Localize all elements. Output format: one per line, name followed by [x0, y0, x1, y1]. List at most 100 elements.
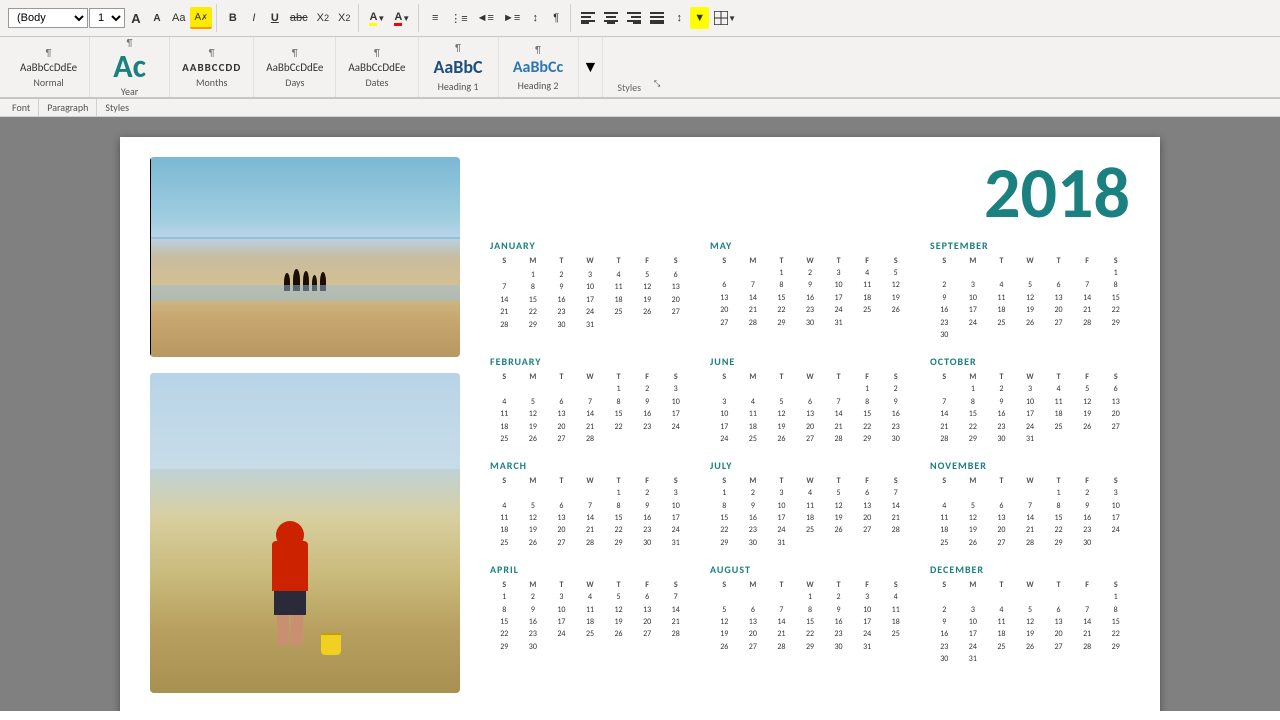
style-heading2[interactable]: ¶ AaBbCc Heading 2	[499, 37, 579, 97]
cal-day: 1	[796, 591, 825, 603]
align-left-button[interactable]	[577, 7, 599, 29]
month-name: SEPTEMBER	[930, 239, 1130, 252]
cal-day: 7	[661, 591, 690, 603]
cal-header-m1: M	[739, 255, 768, 267]
style-more-button[interactable]: ▼	[579, 37, 604, 97]
cal-header-s0: S	[930, 255, 959, 267]
cal-day: 12	[604, 604, 633, 616]
cal-day	[1101, 653, 1130, 665]
cal-day	[576, 383, 605, 395]
cal-day: 22	[710, 524, 739, 536]
cal-day	[490, 487, 519, 499]
cal-day: 6	[1044, 279, 1073, 291]
cal-header-t2: T	[547, 475, 576, 487]
subscript-button[interactable]: X2	[313, 7, 333, 29]
cal-day: 10	[824, 279, 853, 291]
numbering-button[interactable]: ⋮≡	[446, 7, 471, 29]
justify-button[interactable]	[646, 7, 668, 29]
style-year[interactable]: ¶ Ac Year	[90, 37, 170, 97]
cal-day: 12	[519, 408, 548, 420]
cal-header-t4: T	[604, 255, 633, 267]
cal-day	[547, 641, 576, 653]
text-highlight-button[interactable]: A▼	[365, 7, 389, 29]
shading-button[interactable]: ▼	[690, 7, 709, 29]
cal-day: 3	[547, 591, 576, 603]
cal-day: 17	[661, 512, 690, 524]
cal-header-t4: T	[604, 371, 633, 383]
cal-day: 26	[959, 537, 988, 549]
cal-day: 29	[1044, 537, 1073, 549]
style-days[interactable]: ¶ AaBbCcDdEe Days	[254, 37, 336, 97]
cal-day: 10	[547, 604, 576, 616]
cal-day: 5	[959, 500, 988, 512]
grow-font-button[interactable]: A	[126, 7, 146, 29]
cal-day: 15	[1101, 292, 1130, 304]
cal-day: 20	[739, 628, 768, 640]
superscript-button[interactable]: X2	[334, 7, 354, 29]
align-center-button[interactable]	[600, 7, 622, 29]
font-color-button[interactable]: A▼	[390, 7, 414, 29]
font-size-select[interactable]: 11	[89, 8, 125, 28]
cal-day: 22	[1101, 628, 1130, 640]
cal-day: 6	[547, 500, 576, 512]
cal-day: 18	[1044, 408, 1073, 420]
sort-button[interactable]: ↕	[525, 7, 545, 29]
cal-day	[633, 641, 662, 653]
cal-day: 20	[987, 524, 1016, 536]
cal-day: 22	[853, 421, 882, 433]
cal-day: 28	[576, 537, 605, 549]
cal-day: 19	[633, 294, 662, 306]
cal-day: 4	[1044, 383, 1073, 395]
strikethrough-button[interactable]: abc	[286, 7, 312, 29]
cal-day: 16	[519, 616, 548, 628]
cal-day	[490, 383, 519, 395]
italic-button[interactable]: I	[244, 7, 264, 29]
line-spacing-button[interactable]: ↕	[669, 7, 689, 29]
cal-day: 6	[1044, 604, 1073, 616]
bullets-button[interactable]: ≡	[425, 7, 445, 29]
cal-day: 8	[604, 396, 633, 408]
bold-button[interactable]: B	[223, 7, 243, 29]
cal-day: 14	[490, 294, 519, 306]
cal-grid: SMTWTFS123456789101112131415161718192021…	[710, 475, 910, 549]
cal-day: 1	[1101, 591, 1130, 603]
style-heading1[interactable]: ¶ AaBbC Heading 1	[419, 37, 499, 97]
cal-day	[959, 329, 988, 341]
cal-day: 11	[490, 512, 519, 524]
cal-day: 25	[576, 628, 605, 640]
style-normal[interactable]: ¶ AaBbCcDdEe Normal	[8, 37, 90, 97]
cal-day	[604, 433, 633, 445]
cal-day: 29	[490, 641, 519, 653]
cal-day: 9	[547, 281, 576, 293]
cal-day	[987, 591, 1016, 603]
cal-day: 18	[987, 628, 1016, 640]
cal-day: 25	[881, 628, 910, 640]
clear-format-button[interactable]: A✗	[190, 7, 211, 29]
show-paragraphs-button[interactable]: ¶	[546, 7, 566, 29]
style-dates[interactable]: ¶ AaBbCcDdEe Dates	[336, 37, 418, 97]
format-group: B I U abc X2 X2	[219, 4, 360, 32]
cal-day: 13	[547, 408, 576, 420]
cal-day: 22	[604, 421, 633, 433]
style-months[interactable]: ¶ AABBCCDD Months	[170, 37, 254, 97]
underline-button[interactable]: U	[265, 7, 285, 29]
cal-day: 24	[824, 304, 853, 316]
cal-day: 17	[1101, 512, 1130, 524]
cal-day: 19	[824, 512, 853, 524]
shrink-font-button[interactable]: A	[147, 7, 167, 29]
align-right-button[interactable]	[623, 7, 645, 29]
font-name-select[interactable]: (Body	[8, 8, 88, 28]
change-case-button[interactable]: Aa	[168, 7, 189, 29]
cal-day	[930, 487, 959, 499]
increase-indent-button[interactable]: ►≡	[499, 7, 524, 29]
month-april: APRILSMTWTFS1234567891011121314151617181…	[490, 563, 690, 665]
decrease-indent-button[interactable]: ◄≡	[473, 7, 498, 29]
cal-day	[930, 383, 959, 395]
cal-day: 3	[767, 487, 796, 499]
cal-day: 5	[881, 267, 910, 279]
borders-button[interactable]: ▼	[710, 7, 740, 29]
cal-day: 12	[633, 281, 662, 293]
style-preview-months: AABBCCDD	[182, 61, 241, 74]
cal-day: 23	[633, 421, 662, 433]
styles-expand-button[interactable]: ⤡	[647, 73, 667, 95]
